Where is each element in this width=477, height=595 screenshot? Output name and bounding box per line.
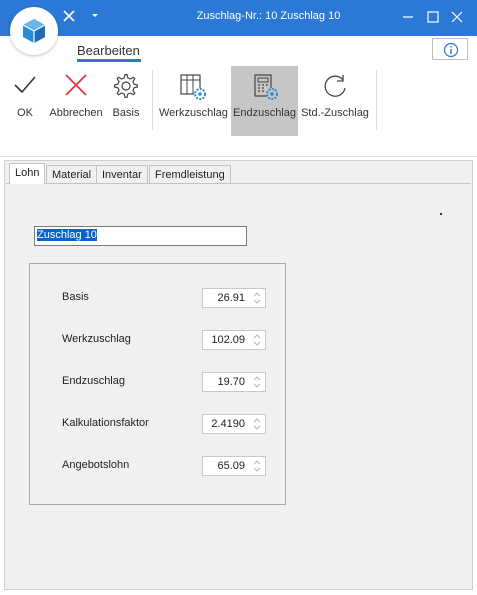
ribbon-separator (376, 70, 377, 130)
spinner-arrows-icon[interactable] (252, 459, 262, 473)
werkzuschlag-button[interactable]: Werkzuschlag (159, 66, 228, 136)
kalkulationsfaktor-input[interactable]: 2.4190 (202, 414, 266, 434)
ok-label: OK (17, 107, 33, 119)
std-zuschlag-label: Std.-Zuschlag (301, 107, 369, 119)
ribbon-tab-underline (77, 59, 141, 62)
info-button[interactable] (432, 38, 468, 60)
ok-button[interactable]: OK (4, 66, 46, 136)
spinner-arrows-icon[interactable] (252, 333, 262, 347)
field-label: Werkzuschlag (62, 333, 131, 345)
tab-material[interactable]: Material (46, 165, 98, 184)
field-value: 102.09 (211, 334, 245, 346)
field-row-basis: Basis 26.91 (30, 288, 287, 308)
werkzuschlag-input[interactable]: 102.09 (202, 330, 266, 350)
table-gear-icon (180, 74, 206, 100)
basis-label: Basis (112, 107, 140, 119)
field-value: 19.70 (217, 376, 245, 388)
values-group: Basis 26.91 Werkzuschlag 102.09 Endzusch… (29, 263, 286, 505)
app-logo[interactable] (10, 7, 58, 55)
spinner-arrows-icon[interactable] (252, 417, 262, 431)
maximize-icon[interactable] (422, 6, 444, 28)
field-value: 26.91 (217, 292, 245, 304)
endzuschlag-label: Endzuschlag (233, 107, 296, 119)
checkmark-icon (14, 76, 36, 94)
endzuschlag-input[interactable]: 19.70 (202, 372, 266, 392)
window-close-icon[interactable] (446, 6, 468, 28)
ribbon-tab-bearbeiten[interactable]: Bearbeiten (77, 43, 140, 58)
zuschlag-name-input[interactable]: Zuschlag 10 (34, 226, 247, 246)
gear-icon (114, 73, 138, 98)
content-panel: Lohn Material Inventar Fremdleistung Zus… (4, 160, 473, 590)
ribbon-divider (0, 156, 477, 157)
field-label: Endzuschlag (62, 375, 125, 387)
tab-inventar[interactable]: Inventar (96, 165, 148, 184)
ribbon: Bearbeiten OK Abbrechen Basis Werkzuschl… (0, 36, 477, 158)
field-row-endzuschlag: Endzuschlag 19.70 (30, 372, 287, 392)
ribbon-separator (152, 70, 153, 130)
tab-page-lohn: Zuschlag 10 Basis 26.91 Werkzuschlag 102… (6, 183, 471, 589)
field-row-werkzuschlag: Werkzuschlag 102.09 (30, 330, 287, 350)
std-zuschlag-button[interactable]: Std.-Zuschlag (300, 66, 370, 136)
cancel-button[interactable]: Abbrechen (47, 66, 105, 136)
basis-input[interactable]: 26.91 (202, 288, 266, 308)
basis-button[interactable]: Basis (106, 66, 146, 136)
spinner-arrows-icon[interactable] (252, 291, 262, 305)
title-bar: Zuschlag-Nr.: 10 Zuschlag 10 (0, 0, 477, 36)
field-value: 65.09 (217, 460, 245, 472)
tab-lohn[interactable]: Lohn (9, 163, 46, 184)
close-x-icon (65, 74, 87, 96)
tab-fremdleistung[interactable]: Fremdleistung (149, 165, 231, 184)
refresh-icon (324, 75, 346, 97)
field-row-kalkulationsfaktor: Kalkulationsfaktor 2.4190 (30, 414, 287, 434)
field-label: Basis (62, 291, 89, 303)
field-label: Kalkulationsfaktor (62, 417, 149, 429)
werkzuschlag-label: Werkzuschlag (159, 107, 228, 119)
cube-icon (22, 19, 46, 43)
angebotslohn-input[interactable]: 65.09 (202, 456, 266, 476)
field-row-angebotslohn: Angebotslohn 65.09 (30, 456, 287, 476)
field-label: Angebotslohn (62, 459, 130, 471)
dot-marker (440, 213, 442, 215)
info-icon (443, 42, 459, 58)
calculator-gear-icon (253, 74, 278, 100)
minimize-icon[interactable] (397, 6, 419, 28)
spinner-arrows-icon[interactable] (252, 375, 262, 389)
endzuschlag-button[interactable]: Endzuschlag (231, 66, 298, 136)
cancel-label: Abbrechen (49, 107, 103, 119)
field-value: 2.4190 (211, 418, 245, 430)
zuschlag-name-value: Zuschlag 10 (37, 229, 97, 241)
